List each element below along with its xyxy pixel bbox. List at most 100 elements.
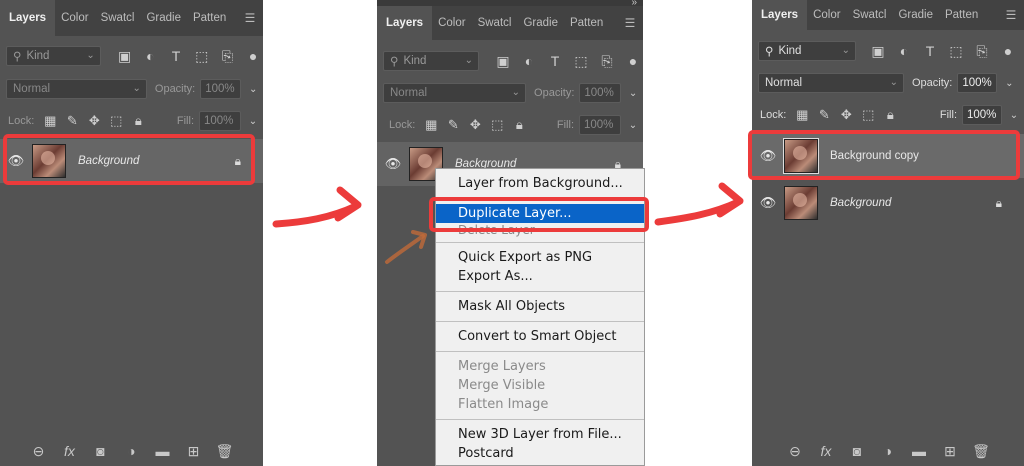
opacity-input[interactable]: 100% <box>200 79 242 99</box>
filter-toggle-icon[interactable]: ● <box>623 51 643 71</box>
new-layer-icon[interactable]: ⊞ <box>941 443 959 460</box>
adjustment-icon[interactable]: ◑ <box>879 443 897 459</box>
lock-image-icon[interactable]: ✎ <box>813 107 835 123</box>
panel-menu-icon[interactable]: ☰ <box>617 6 643 40</box>
kind-filter[interactable]: ⚲ Kind ⌄ <box>383 51 479 71</box>
menu-item-layer-from-background[interactable]: Layer from Background... <box>436 174 644 193</box>
fx-icon[interactable]: fx <box>817 443 835 459</box>
fx-icon[interactable]: fx <box>61 443 79 459</box>
adjustment-filter-icon[interactable]: ◐ <box>894 41 914 61</box>
lock-position-icon[interactable]: ✥ <box>835 107 857 123</box>
link-icon[interactable]: ⊖ <box>786 443 804 460</box>
menu-item-new-3d-layer[interactable]: New 3D Layer from File... <box>436 425 644 444</box>
adjustment-icon[interactable]: ◑ <box>123 443 141 459</box>
link-icon[interactable]: ⊖ <box>30 443 48 460</box>
folder-icon[interactable]: ▬ <box>910 443 928 459</box>
lock-all-icon[interactable]: 🔒︎ <box>508 117 530 133</box>
lock-image-icon[interactable]: ✎ <box>61 113 83 129</box>
tab-layers[interactable]: Layers <box>752 0 808 30</box>
blend-mode-select[interactable]: Normal ⌄ <box>383 83 527 103</box>
tab-swatches[interactable]: Swatcl <box>472 6 518 40</box>
tab-swatches[interactable]: Swatcl <box>95 0 141 36</box>
panel-footer: ⊖ fx ◙ ◑ ▬ ⊞ 🗑︎ <box>0 436 263 466</box>
menu-item-convert-smart-object[interactable]: Convert to Smart Object <box>436 327 644 346</box>
lock-artboard-icon[interactable]: ⬚ <box>857 107 879 123</box>
fill-chevron-icon[interactable]: ⌄ <box>1004 105 1024 125</box>
trash-icon[interactable]: 🗑︎ <box>972 443 990 460</box>
kind-filter[interactable]: ⚲ Kind ⌄ <box>758 41 856 61</box>
panel-menu-icon[interactable]: ☰ <box>237 0 263 36</box>
trash-icon[interactable]: 🗑︎ <box>216 443 234 460</box>
tab-patterns[interactable]: Patten <box>564 6 609 40</box>
fill-input[interactable]: 100% <box>199 111 241 131</box>
tab-layers[interactable]: Layers <box>0 0 56 36</box>
smart-object-filter-icon[interactable]: ⎘ <box>972 41 992 61</box>
opacity-input[interactable]: 100% <box>579 83 622 103</box>
adjustment-filter-icon[interactable]: ◐ <box>140 46 160 66</box>
tab-gradients[interactable]: Gradie <box>517 6 564 40</box>
kind-filter[interactable]: ⚲ Kind ⌄ <box>6 46 101 66</box>
folder-icon[interactable]: ▬ <box>154 443 172 459</box>
tab-color[interactable]: Color <box>807 0 846 30</box>
eye-icon[interactable]: 👁︎ <box>377 156 409 172</box>
smart-object-filter-icon[interactable]: ⎘ <box>218 46 238 66</box>
lock-transparent-icon[interactable]: ▦ <box>39 113 61 129</box>
menu-item-flatten-image[interactable]: Flatten Image <box>436 395 644 414</box>
blend-mode-value: Normal <box>13 83 51 95</box>
type-filter-icon[interactable]: T <box>920 41 940 61</box>
eye-icon[interactable]: 👁︎ <box>752 195 784 211</box>
lock-all-icon[interactable]: 🔒︎ <box>127 113 149 129</box>
image-filter-icon[interactable]: ▣ <box>115 46 135 66</box>
tab-layers[interactable]: Layers <box>377 6 433 40</box>
opacity-label: Opacity: <box>534 87 575 99</box>
shape-filter-icon[interactable]: ⬚ <box>571 51 591 71</box>
opacity-chevron-icon[interactable]: ⌄ <box>243 79 263 99</box>
fill-input[interactable]: 100% <box>962 105 1002 125</box>
opacity-chevron-icon[interactable]: ⌄ <box>623 83 643 103</box>
menu-item-mask-all-objects[interactable]: Mask All Objects <box>436 297 644 316</box>
lock-all-icon[interactable]: 🔒︎ <box>879 107 901 123</box>
image-filter-icon[interactable]: ▣ <box>493 51 513 71</box>
mask-icon[interactable]: ◙ <box>92 443 110 459</box>
filter-toggle-icon[interactable]: ● <box>243 46 263 66</box>
mask-icon[interactable]: ◙ <box>848 443 866 459</box>
lock-position-icon[interactable]: ✥ <box>464 117 486 133</box>
adjustment-filter-icon[interactable]: ◐ <box>519 51 539 71</box>
menu-item-merge-layers[interactable]: Merge Layers <box>436 357 644 376</box>
tab-gradients[interactable]: Gradie <box>140 0 187 36</box>
lock-artboard-icon[interactable]: ⬚ <box>105 113 127 129</box>
opacity-input[interactable]: 100% <box>957 73 998 93</box>
tab-patterns[interactable]: Patten <box>939 0 984 30</box>
menu-item-postcard[interactable]: Postcard <box>436 444 644 463</box>
menu-item-quick-export[interactable]: Quick Export as PNG <box>436 248 644 267</box>
panel-menu-icon[interactable]: ☰ <box>998 0 1024 30</box>
type-filter-icon[interactable]: T <box>166 46 186 66</box>
lock-transparent-icon[interactable]: ▦ <box>791 107 813 123</box>
new-layer-icon[interactable]: ⊞ <box>185 443 203 460</box>
smart-object-filter-icon[interactable]: ⎘ <box>597 51 617 71</box>
tab-color[interactable]: Color <box>55 0 94 36</box>
menu-item-export-as[interactable]: Export As... <box>436 267 644 286</box>
image-filter-icon[interactable]: ▣ <box>868 41 888 61</box>
fill-input[interactable]: 100% <box>579 115 621 135</box>
type-filter-icon[interactable]: T <box>545 51 565 71</box>
tab-swatches[interactable]: Swatcl <box>847 0 893 30</box>
lock-image-icon[interactable]: ✎ <box>442 117 464 133</box>
blend-mode-select[interactable]: Normal ⌄ <box>758 73 904 93</box>
lock-transparent-icon[interactable]: ▦ <box>420 117 442 133</box>
tab-color[interactable]: Color <box>432 6 471 40</box>
shape-filter-icon[interactable]: ⬚ <box>946 41 966 61</box>
collapse-icon[interactable]: » <box>631 0 637 8</box>
lock-position-icon[interactable]: ✥ <box>83 113 105 129</box>
shape-filter-icon[interactable]: ⬚ <box>192 46 212 66</box>
menu-item-merge-visible[interactable]: Merge Visible <box>436 376 644 395</box>
fill-chevron-icon[interactable]: ⌄ <box>623 115 643 135</box>
lock-artboard-icon[interactable]: ⬚ <box>486 117 508 133</box>
filter-toggle-icon[interactable]: ● <box>998 41 1018 61</box>
opacity-chevron-icon[interactable]: ⌄ <box>999 73 1019 93</box>
tab-gradients[interactable]: Gradie <box>892 0 939 30</box>
tab-patterns[interactable]: Patten <box>187 0 232 36</box>
fill-chevron-icon[interactable]: ⌄ <box>243 111 263 131</box>
layer-row-background[interactable]: 👁︎ Background 🔒︎ <box>752 181 1024 225</box>
blend-mode-select[interactable]: Normal ⌄ <box>6 79 147 99</box>
